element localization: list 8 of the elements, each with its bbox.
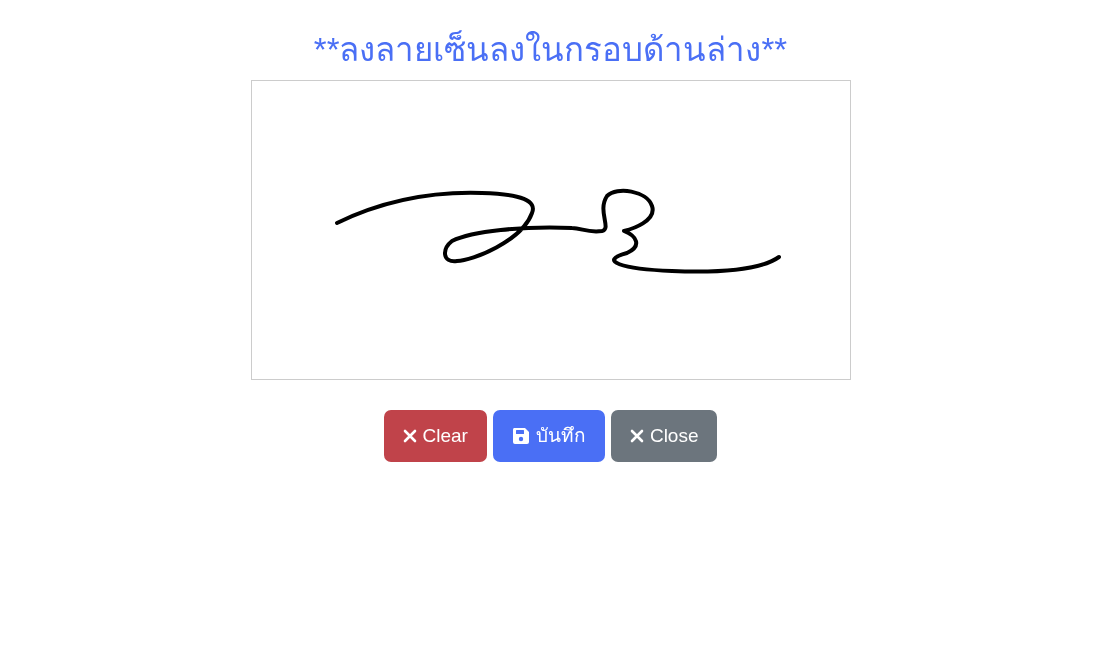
- close-button[interactable]: Close: [610, 410, 718, 462]
- save-icon: [511, 427, 530, 445]
- signature-pad[interactable]: [250, 80, 851, 380]
- page-title: **ลงลายเซ็นลงในกรอบด้านล่าง**: [313, 29, 788, 70]
- close-button[interactable]: Clear: [383, 410, 487, 462]
- save-button[interactable]: บันทึก: [492, 410, 605, 462]
- close-icon: [629, 429, 644, 443]
- close-icon: [402, 429, 417, 443]
